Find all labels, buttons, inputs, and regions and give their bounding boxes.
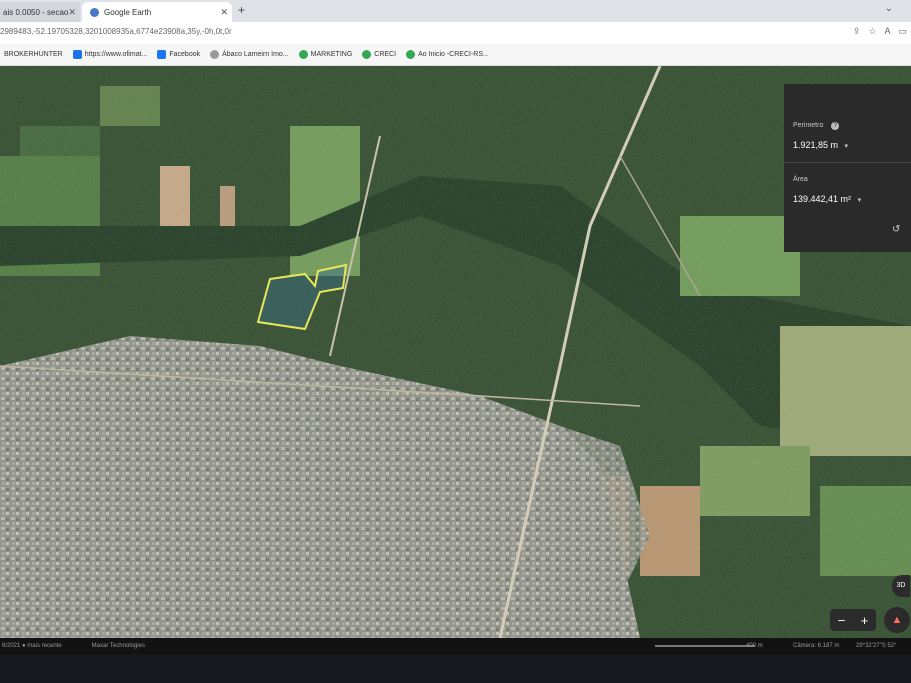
bookmark-item[interactable]: https://www.ofimat...: [72, 50, 148, 59]
measurement-panel: Perimetro ? 1.921,85 m ▾ Área 139.442,41…: [784, 84, 911, 252]
bookmark-label: MARKETING: [310, 51, 353, 58]
scale-label: 400 m: [746, 643, 763, 649]
facebook-icon: [157, 50, 167, 59]
perimeter-label: Perimetro: [793, 122, 824, 129]
imagery-date[interactable]: 6/2021 ● mais recente: [2, 643, 62, 649]
zoom-out-button[interactable]: −: [838, 613, 846, 628]
bookmarks-bar: BROKERHUNTER https://www.ofimat... Faceb…: [0, 44, 911, 66]
bookmark-item[interactable]: Ábaco Lameirn Imo...: [210, 50, 289, 59]
bookmark-favicon-icon: [362, 50, 372, 59]
browser-tab-inactive[interactable]: ais 0.0050 - secao ✕: [0, 2, 80, 22]
coordinates-readout: 29°32'27"S 52°: [856, 643, 897, 649]
satellite-map-viewport[interactable]: Perimetro ? 1.921,85 m ▾ Área 139.442,41…: [0, 66, 911, 638]
tab-label: ais 0.0050 - secao: [3, 7, 69, 17]
extensions-icon[interactable]: ▭: [898, 26, 907, 37]
bookmark-label: Ábaco Lameirn Imo...: [222, 51, 289, 58]
compass-icon[interactable]: ▲: [884, 607, 910, 633]
bookmark-item[interactable]: Ao Inicio -CRECI-RS...: [406, 50, 489, 59]
google-earth-favicon-icon: [90, 7, 99, 17]
bookmark-favicon-icon: [406, 50, 416, 59]
browser-tab-strip: ais 0.0050 - secao ✕ Google Earth ✕ + ⌄: [0, 0, 911, 22]
bookmark-item[interactable]: BROKERHUNTER: [4, 51, 63, 58]
area-label: Área: [793, 176, 808, 183]
share-icon[interactable]: ⇪: [853, 26, 861, 37]
panel-divider: [784, 162, 911, 163]
bookmark-favicon-icon: [298, 50, 308, 59]
area-value[interactable]: 139.442,41 m² ▾: [793, 194, 861, 204]
bookmark-label: CRECI: [374, 51, 397, 58]
profile-icon[interactable]: A: [884, 26, 890, 37]
address-bar: 2989483,-52.19705328,3201008935a,6774e23…: [0, 22, 911, 45]
tab-label: Google Earth: [104, 7, 152, 17]
undo-icon[interactable]: ↺: [892, 224, 900, 235]
bookmark-label: https://www.ofimat...: [84, 51, 148, 58]
bookmark-label: BROKERHUNTER: [4, 51, 63, 58]
bookmark-item[interactable]: Facebook: [157, 50, 200, 59]
imagery-credits: Maxar Technologies: [91, 643, 145, 649]
help-icon[interactable]: ?: [831, 122, 840, 130]
zoom-in-button[interactable]: +: [861, 613, 869, 628]
bookmark-item[interactable]: MARKETING: [298, 50, 353, 59]
camera-altitude: Câmera: 6.187 m: [793, 643, 840, 649]
os-taskbar: [0, 654, 911, 683]
satellite-imagery: [0, 66, 911, 638]
bookmark-label: Ao Inicio -CRECI-RS...: [418, 51, 489, 58]
bookmark-favicon-icon: [72, 50, 82, 59]
close-tab-icon[interactable]: ✕: [68, 7, 76, 18]
url-text[interactable]: 2989483,-52.19705328,3201008935a,6774e23…: [0, 27, 232, 36]
tab-search-icon[interactable]: ⌄: [885, 3, 893, 14]
browser-tab-google-earth[interactable]: Google Earth ✕: [82, 2, 232, 22]
globe-icon: [210, 50, 220, 59]
bookmark-label: Facebook: [169, 51, 201, 58]
scale-bar: [655, 645, 755, 647]
new-tab-button[interactable]: +: [238, 3, 245, 17]
perimeter-value[interactable]: 1.921,85 m ▾: [793, 140, 848, 150]
chevron-down-icon[interactable]: ▾: [858, 197, 862, 204]
view-3d-button[interactable]: 3D: [892, 575, 910, 597]
map-status-bar: 6/2021 ● mais recente Maxar Technologies…: [0, 638, 911, 654]
zoom-controls: − +: [830, 609, 876, 631]
perimeter-value-text: 1.921,85 m: [793, 140, 839, 150]
bookmark-star-icon[interactable]: ☆: [868, 26, 876, 37]
address-bar-actions: ⇪ ☆ A ▭: [853, 26, 907, 37]
close-tab-icon[interactable]: ✕: [220, 7, 228, 18]
area-value-text: 139.442,41 m²: [793, 194, 852, 204]
bookmark-item[interactable]: CRECI: [362, 50, 396, 59]
chevron-down-icon[interactable]: ▾: [845, 143, 849, 150]
